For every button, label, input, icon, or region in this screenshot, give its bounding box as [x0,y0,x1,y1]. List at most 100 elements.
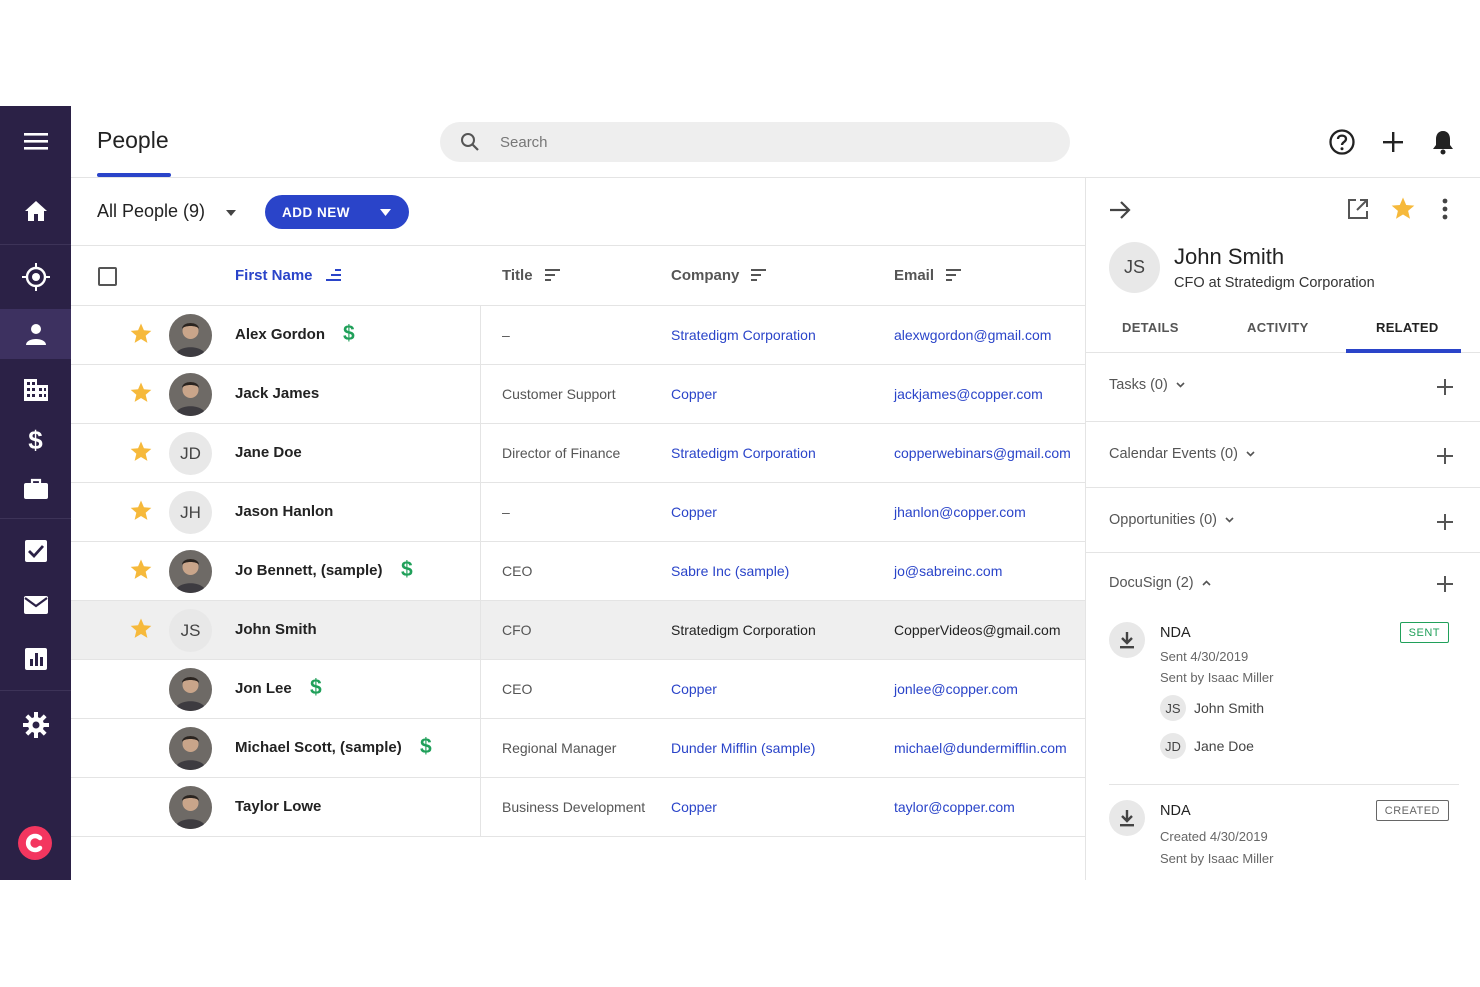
sidebar-item-home[interactable] [0,186,71,236]
opportunities-toggle[interactable]: Opportunities (0) [1109,512,1234,528]
person-email[interactable]: alexwgordon@gmail.com [894,327,1051,343]
person-company[interactable]: Dunder Mifflin (sample) [671,740,815,756]
tasks-toggle[interactable]: Tasks (0) [1109,377,1185,393]
open-external-icon[interactable] [1345,196,1371,222]
sidebar-item-tasks[interactable] [0,526,71,576]
person-email[interactable]: jo@sabreinc.com [894,563,1002,579]
sidebar-item-leads[interactable] [0,252,71,302]
person-name[interactable]: Jo Bennett, (sample) [235,562,383,579]
person-company[interactable]: Copper [671,504,717,520]
star-icon[interactable] [130,618,152,644]
help-icon[interactable] [1328,128,1356,156]
copper-logo[interactable] [18,826,52,860]
column-first-name[interactable]: First Name [235,267,341,284]
table-row[interactable]: Alex Gordon $ – Stratedigm Corporation alexw… [71,306,1085,365]
person-email[interactable]: copperwebinars@gmail.com [894,445,1071,461]
table-row[interactable]: JH Jason Hanlon – Copper jhanlon@copper.com [71,483,1085,542]
add-calendar-event-icon[interactable] [1437,448,1453,464]
person-name[interactable]: John Smith [235,621,317,638]
person-email[interactable]: michael@dundermifflin.com [894,740,1067,756]
person-name[interactable]: Michael Scott, (sample) [235,739,402,756]
sort-icon[interactable] [751,269,767,282]
add-icon[interactable] [1379,128,1407,156]
select-all-checkbox[interactable] [98,267,117,286]
star-icon[interactable] [1390,195,1416,221]
table-row[interactable]: Jon Lee $ CEO Copper jonlee@copper.com [71,660,1085,719]
add-task-icon[interactable] [1437,379,1453,395]
table-row[interactable]: Jack James Customer Support Copper jackjame… [71,365,1085,424]
star-icon[interactable] [130,441,152,467]
chevron-down-icon[interactable] [226,210,236,216]
sidebar-item-opportunities[interactable]: $ [0,415,71,465]
chevron-down-icon [1225,517,1234,523]
search-input[interactable] [500,122,1040,162]
top-bar: People [71,106,1480,178]
sidebar-item-settings[interactable] [0,700,71,750]
docusign-label: DocuSign (2) [1109,575,1194,591]
person-email[interactable]: taylor@copper.com [894,799,1015,815]
search-bar[interactable] [440,122,1070,162]
column-email[interactable]: Email [894,267,962,284]
more-vertical-icon[interactable] [1438,196,1452,222]
person-name[interactable]: Jack James [235,385,319,402]
table-row[interactable]: JS John Smith CFO Stratedigm Corporation Cop… [71,601,1085,660]
star-icon[interactable] [130,323,152,349]
avatar: JH [169,491,212,534]
sidebar-item-people[interactable] [0,309,71,359]
column-title[interactable]: Title [502,267,561,284]
add-docusign-icon[interactable] [1437,576,1453,592]
person-company[interactable]: Stratedigm Corporation [671,445,816,461]
person-email[interactable]: CopperVideos@gmail.com [894,622,1060,638]
tab-related[interactable]: RELATED [1376,320,1439,335]
person-email[interactable]: jackjames@copper.com [894,386,1043,402]
sidebar-item-reports[interactable] [0,634,71,684]
star-icon[interactable] [130,500,152,526]
chart-icon [24,648,47,670]
table-row[interactable]: Taylor Lowe Business Development Copper tay… [71,778,1085,837]
person-company[interactable]: Stratedigm Corporation [671,327,816,343]
person-company[interactable]: Copper [671,386,717,402]
tab-activity[interactable]: ACTIVITY [1247,320,1309,335]
arrow-right-icon[interactable] [1108,198,1132,222]
sidebar-item-projects[interactable] [0,464,71,514]
bell-icon[interactable] [1429,128,1457,156]
avatar: JD [1160,733,1186,759]
sort-icon[interactable] [544,269,561,282]
person-email[interactable]: jonlee@copper.com [894,681,1018,697]
table-row[interactable]: Jo Bennett, (sample) $ CEO Sabre Inc (sampl… [71,542,1085,601]
person-name[interactable]: Jon Lee [235,680,292,697]
download-icon[interactable] [1109,622,1145,658]
person-name[interactable]: Jason Hanlon [235,503,333,520]
star-icon[interactable] [130,559,152,585]
target-icon [21,263,50,291]
briefcase-icon [23,478,48,499]
column-company[interactable]: Company [671,267,767,284]
sort-ascending-icon[interactable] [325,269,341,282]
person-email[interactable]: jhanlon@copper.com [894,504,1026,520]
view-selector[interactable]: All People (9) [97,201,205,222]
person-name[interactable]: Alex Gordon [235,326,325,343]
star-icon[interactable] [130,382,152,408]
person-company[interactable]: Copper [671,799,717,815]
docusign-toggle[interactable]: DocuSign (2) [1109,575,1211,591]
person-company[interactable]: Sabre Inc (sample) [671,563,789,579]
docusign-document[interactable]: NDA CREATED Created 4/30/2019 Sent by Is… [1109,800,1459,870]
status-badge: CREATED [1375,800,1449,821]
add-opportunity-icon[interactable] [1437,514,1453,530]
sidebar-item-email[interactable] [0,580,71,630]
download-icon[interactable] [1109,800,1145,836]
person-name[interactable]: Taylor Lowe [235,798,321,815]
table-row[interactable]: Michael Scott, (sample) $ Regional Manager… [71,719,1085,778]
search-icon [461,133,479,151]
docusign-document[interactable]: NDA SENT Sent 4/30/2019 Sent by Isaac Mi… [1109,622,1459,772]
menu-icon[interactable] [0,116,71,166]
person-company[interactable]: Copper [671,681,717,697]
person-name[interactable]: Jane Doe [235,444,302,461]
tab-details[interactable]: DETAILS [1122,320,1179,335]
calendar-events-toggle[interactable]: Calendar Events (0) [1109,446,1255,462]
sidebar-item-companies[interactable] [0,365,71,415]
sort-icon[interactable] [946,269,962,282]
table-row[interactable]: JD Jane Doe Director of Finance Stratedigm … [71,424,1085,483]
person-company[interactable]: Stratedigm Corporation [671,622,816,638]
add-new-button[interactable]: ADD NEW [265,195,409,229]
